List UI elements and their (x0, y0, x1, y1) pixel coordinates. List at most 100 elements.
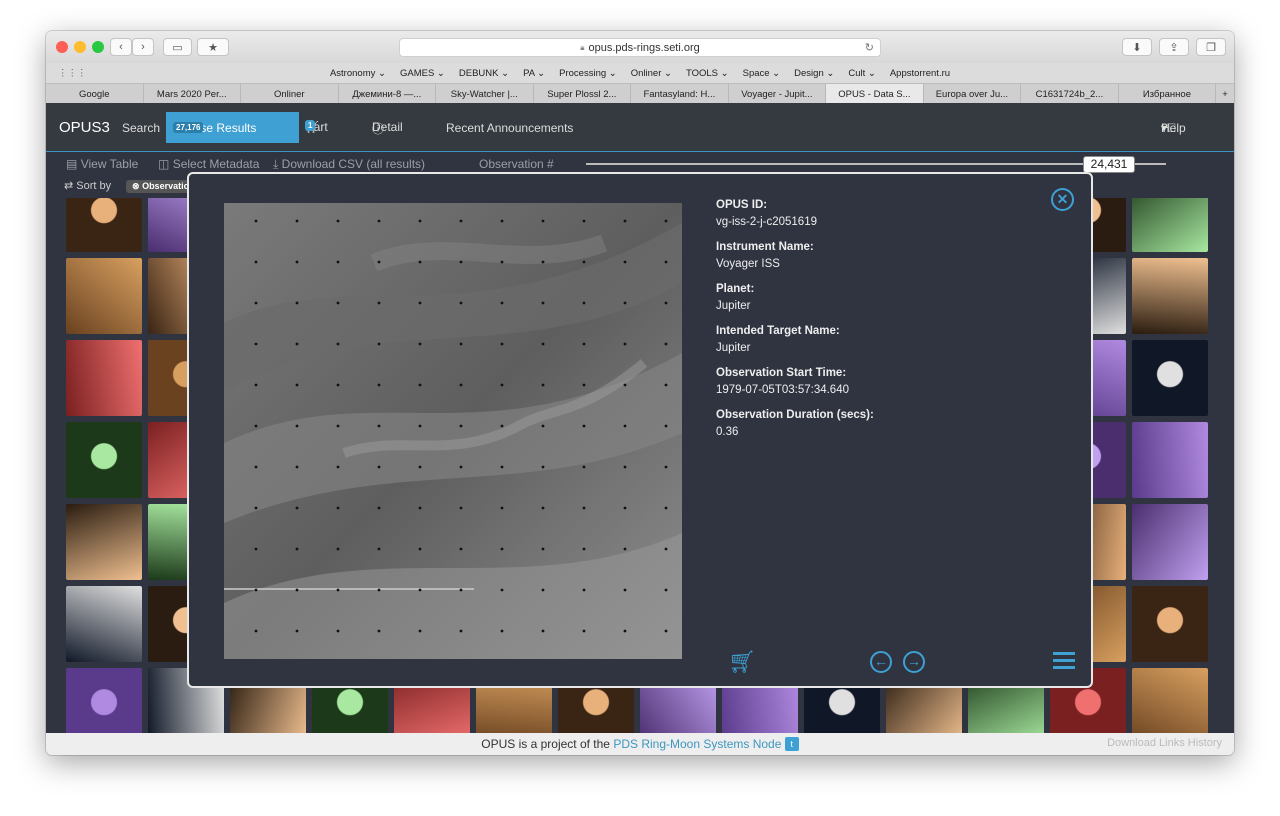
result-thumbnail[interactable] (66, 258, 142, 334)
reload-icon[interactable]: ↻ (865, 41, 874, 54)
select-metadata-button[interactable]: ◫ Select Metadata (158, 157, 259, 171)
browser-tab[interactable]: Voyager - Jupit... (729, 84, 827, 104)
favorite-item[interactable]: Space ⌄ (743, 68, 781, 79)
download-csv-button[interactable]: ⤓ Download CSV (all results) (273, 157, 425, 172)
result-thumbnail[interactable] (66, 340, 142, 416)
sort-by-label: Sort by (76, 180, 112, 192)
address-bar[interactable]: 🔒︎ opus.pds-rings.seti.org ↻ (399, 38, 881, 57)
favorite-item[interactable]: Design ⌄ (794, 68, 834, 79)
favorite-item[interactable]: GAMES ⌄ (400, 68, 445, 79)
result-thumbnail[interactable] (1132, 504, 1208, 580)
field-label: Instrument Name: (716, 241, 814, 253)
field-label: OPUS ID: (716, 199, 768, 211)
observation-image[interactable] (224, 203, 682, 659)
browser-tab[interactable]: Fantasyland: H... (631, 84, 729, 104)
favorite-item[interactable]: Onliner ⌄ (631, 68, 672, 79)
browser-tab[interactable]: C1631724b_2... (1021, 84, 1119, 104)
cart-count-badge: 1 (305, 120, 316, 131)
forward-icon[interactable]: › (132, 38, 154, 56)
add-to-cart-icon[interactable]: 🛒︎ (728, 649, 756, 675)
close-window-button[interactable] (56, 41, 68, 53)
footer-text: OPUS is a project of the (481, 737, 610, 751)
nav-browse-results[interactable]: Browse Results 27,176 (166, 112, 299, 143)
result-thumbnail[interactable] (66, 668, 142, 733)
favorite-item[interactable]: Appstorrent.ru (890, 68, 950, 79)
sort-by[interactable]: ⇄ Sort by (64, 179, 111, 192)
nav-announcements[interactable]: Recent Announcements (446, 121, 573, 135)
result-thumbnail[interactable] (66, 422, 142, 498)
bookmarks-icon[interactable]: ★ (197, 38, 229, 56)
field-value: 0.36 (716, 426, 739, 438)
observation-value[interactable]: 24,431 (1083, 156, 1135, 173)
title-bar: ‹ › ▭ ★ 🔒︎ opus.pds-rings.seti.org ↻ ⬇ ⇪… (46, 31, 1234, 63)
menu-icon[interactable] (1053, 652, 1075, 670)
columns-icon: ◫ (158, 157, 170, 171)
browser-tab[interactable]: Избранное (1119, 84, 1217, 104)
back-icon[interactable]: ‹ (110, 38, 132, 56)
result-thumbnail[interactable] (1132, 258, 1208, 334)
jupiter-cloud-image (224, 203, 682, 659)
result-thumbnail[interactable] (1132, 198, 1208, 252)
result-thumbnail[interactable] (1132, 586, 1208, 662)
observation-slider[interactable] (586, 163, 1166, 165)
browser-tab[interactable]: Sky-Watcher |... (436, 84, 534, 104)
field-value: Voyager ISS (716, 258, 780, 270)
url-text: opus.pds-rings.seti.org (588, 41, 700, 54)
caret-down-icon: ▾ (1161, 121, 1168, 135)
observation-label: Observation # (479, 157, 554, 171)
grid-icon[interactable]: ⋮⋮⋮ (58, 68, 87, 79)
field-label: Observation Duration (secs): (716, 409, 874, 421)
field-label: Observation Start Time: (716, 367, 847, 379)
navbar: OPUS3 Search Browse Results 27,176 🛒︎ Ca… (46, 103, 1234, 152)
twitter-icon[interactable]: t (784, 737, 799, 751)
zoom-window-button[interactable] (92, 41, 104, 53)
browser-tab[interactable]: Mars 2020 Per... (144, 84, 242, 104)
browser-tab[interactable]: Europa over Ju... (924, 84, 1022, 104)
result-thumbnail[interactable] (66, 198, 142, 252)
download-icon: ⤓ (273, 157, 279, 171)
nav-search[interactable]: Search (122, 121, 160, 135)
select-metadata-label: Select Metadata (172, 157, 260, 171)
browser-tab[interactable]: Super Plossl 2... (534, 84, 632, 104)
browser-tab[interactable]: OPUS - Data S... (826, 84, 924, 104)
footer: OPUS is a project of the PDS Ring-Moon S… (46, 733, 1234, 755)
tab-overview-icon[interactable]: ❐ (1196, 38, 1226, 56)
favorites-bar: ⋮⋮⋮ Astronomy ⌄ GAMES ⌄ DEBUNK ⌄ PA ⌄ Proces… (46, 63, 1234, 83)
result-thumbnail[interactable] (1132, 422, 1208, 498)
downloads-icon[interactable]: ⬇ (1122, 38, 1152, 56)
footer-link[interactable]: PDS Ring-Moon Systems Node (613, 737, 781, 751)
new-tab-icon[interactable]: + (1216, 84, 1234, 104)
browser-tab[interactable]: Google (46, 84, 144, 104)
favorite-item[interactable]: Cult ⌄ (848, 68, 876, 79)
previous-arrow-icon[interactable]: ← (870, 651, 892, 673)
observation-info: OPUS ID: vg-iss-2-j-c2051619 Instrument Na… (716, 189, 1016, 441)
table-icon: ▤ (66, 157, 78, 171)
favorite-item[interactable]: DEBUNK ⌄ (459, 68, 509, 79)
close-modal-icon[interactable]: ✕ (1051, 188, 1074, 211)
next-arrow-icon[interactable]: → (903, 651, 925, 673)
detail-label: Detail (372, 120, 403, 134)
result-thumbnail[interactable] (66, 586, 142, 662)
share-icon[interactable]: ⇪ (1159, 38, 1189, 56)
minimize-window-button[interactable] (74, 41, 86, 53)
brand[interactable]: OPUS3 (59, 119, 110, 136)
favorite-item[interactable]: PA ⌄ (523, 68, 545, 79)
download-history-link[interactable]: Download Links History (1107, 737, 1222, 749)
browser-tab[interactable]: Onliner (241, 84, 339, 104)
sidebar-icon[interactable]: ▭ (163, 38, 192, 56)
field-value: 1979-07-05T03:57:34.640 (716, 384, 849, 396)
browser-tab[interactable]: Джемини-8 —... (339, 84, 437, 104)
field-value: Jupiter (716, 300, 751, 312)
favorite-item[interactable]: Processing ⌄ (559, 68, 617, 79)
sort-icon: ⇄ (64, 180, 74, 192)
result-thumbnail[interactable] (1132, 668, 1208, 733)
result-thumbnail[interactable] (1132, 340, 1208, 416)
browse-count-badge: 27,176 (173, 122, 204, 133)
result-thumbnail[interactable] (66, 504, 142, 580)
field-label: Intended Target Name: (716, 325, 840, 337)
view-table-button[interactable]: ▤ View Table (66, 157, 138, 171)
tab-bar: Google Mars 2020 Per... Onliner Джемини-8 —… (46, 83, 1234, 104)
field-label: Planet: (716, 283, 755, 295)
favorite-item[interactable]: TOOLS ⌄ (686, 68, 729, 79)
favorite-item[interactable]: Astronomy ⌄ (330, 68, 386, 79)
